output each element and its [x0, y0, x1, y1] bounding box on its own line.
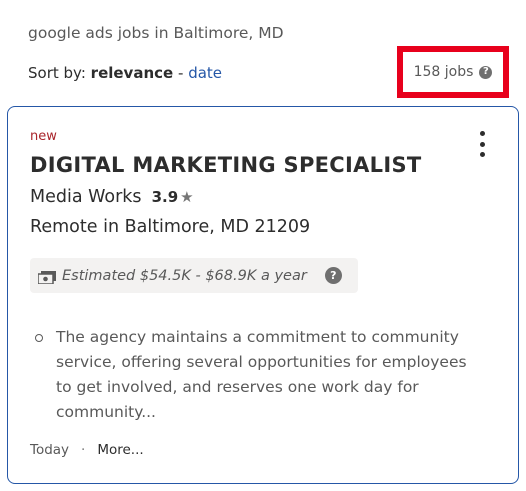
results-count: 158 jobs: [413, 64, 474, 80]
results-count-highlight: 158 jobs ?: [397, 46, 509, 98]
sort-label: Sort by:: [28, 64, 86, 82]
help-icon[interactable]: ?: [479, 65, 493, 79]
posted-date: Today: [30, 442, 70, 458]
search-query-heading: google ads jobs in Baltimore, MD: [28, 24, 284, 42]
question-circle-icon[interactable]: ?: [324, 267, 342, 284]
new-badge: new: [30, 129, 57, 144]
company-name[interactable]: Media Works: [30, 187, 142, 207]
job-footer: Today · More...: [30, 442, 144, 458]
company-row: Media Works 3.9 ★: [30, 187, 194, 207]
sort-option-date[interactable]: date: [188, 64, 222, 82]
footer-separator: ·: [81, 442, 86, 458]
job-card[interactable]: new DIGITAL MARKETING SPECIALIST Media W…: [7, 106, 519, 484]
more-options-icon[interactable]: [478, 131, 486, 157]
salary-estimate: Estimated $54.5K - $68.9K a year ?: [30, 258, 358, 293]
job-location: Remote in Baltimore, MD 21209: [30, 217, 311, 237]
salary-text: Estimated $54.5K - $68.9K a year: [62, 267, 307, 284]
job-title[interactable]: DIGITAL MARKETING SPECIALIST: [30, 153, 422, 177]
job-snippet: The agency maintains a commitment to com…: [32, 325, 472, 425]
sort-separator: -: [177, 64, 184, 82]
company-rating: 3.9 ★: [152, 187, 194, 207]
job-snippet-list: The agency maintains a commitment to com…: [32, 325, 472, 425]
money-bill-icon: [37, 269, 56, 285]
sort-option-relevance: relevance: [90, 64, 174, 82]
rating-value: 3.9: [151, 188, 179, 206]
sort-bar: Sort by: relevance - date: [28, 64, 222, 82]
star-icon: ★: [180, 188, 194, 206]
more-link[interactable]: More...: [97, 442, 143, 458]
